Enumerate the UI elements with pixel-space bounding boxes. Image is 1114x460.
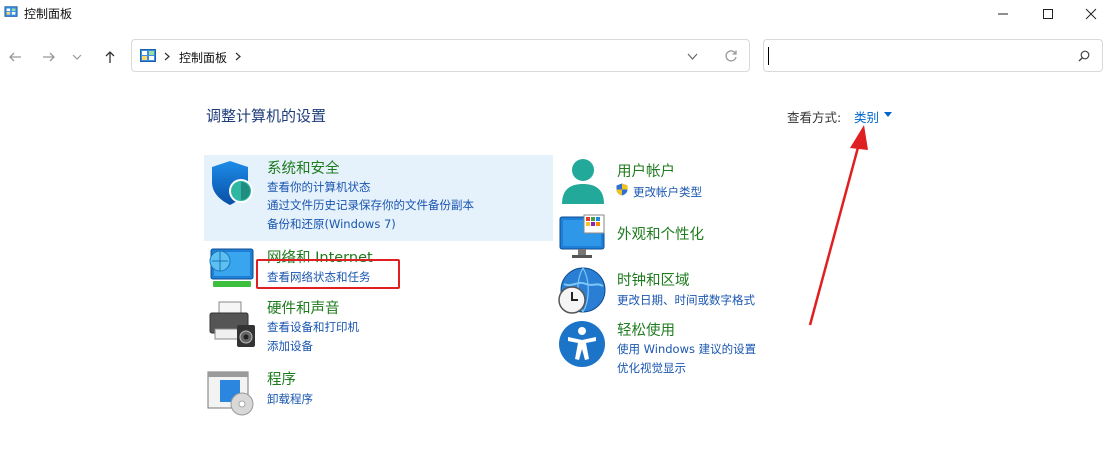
annotation-arrow [808, 125, 868, 326]
category-link[interactable]: 备份和还原(Windows 7) [267, 216, 396, 232]
category-title[interactable]: 硬件和声音 [267, 297, 340, 318]
search-box[interactable] [763, 39, 1103, 72]
uac-shield-icon [616, 183, 628, 196]
chevron-down-icon[interactable] [687, 53, 698, 61]
recent-locations-button[interactable] [67, 44, 87, 70]
category-link[interactable]: 更改日期、时间或数字格式 [617, 292, 755, 308]
shield-icon [212, 161, 253, 205]
chevron-down-icon [72, 54, 82, 60]
chevron-right-icon [164, 52, 170, 61]
category-title[interactable]: 轻松使用 [617, 319, 675, 340]
arrow-left-icon [9, 52, 21, 62]
category-title[interactable]: 系统和安全 [267, 157, 340, 178]
category-link[interactable]: 卸载程序 [267, 391, 313, 407]
control-panel-icon [140, 49, 156, 62]
up-button[interactable] [97, 44, 123, 70]
category-title[interactable]: 外观和个性化 [617, 223, 704, 244]
category-link[interactable]: 查看你的计算机状态 [267, 179, 371, 195]
minimize-icon [998, 13, 1008, 15]
category-link[interactable]: 使用 Windows 建议的设置 [617, 341, 756, 357]
search-input[interactable] [772, 45, 1066, 67]
user-icon [562, 159, 604, 204]
accessibility-icon [559, 321, 605, 367]
search-icon[interactable] [1078, 50, 1090, 62]
category-title[interactable]: 程序 [267, 368, 296, 389]
refresh-icon[interactable] [724, 49, 738, 63]
clock-globe-icon [558, 267, 606, 314]
maximize-icon [1043, 9, 1053, 19]
chevron-right-icon[interactable] [235, 52, 242, 61]
forward-button[interactable] [36, 44, 62, 70]
address-bar[interactable]: 控制面板 [131, 39, 750, 72]
close-button[interactable] [1068, 0, 1114, 28]
window-title: 控制面板 [24, 7, 73, 21]
category-link[interactable]: 查看设备和打印机 [267, 319, 359, 335]
control-panel-icon [4, 6, 18, 17]
category-title[interactable]: 用户帐户 [617, 160, 675, 181]
dropdown-arrow-icon[interactable] [884, 112, 892, 117]
category-link[interactable]: 更改帐户类型 [633, 184, 702, 200]
page-title: 调整计算机的设置 [206, 107, 327, 125]
category-link[interactable]: 添加设备 [267, 338, 313, 354]
category-link[interactable]: 优化视觉显示 [617, 360, 686, 376]
arrow-right-icon [43, 52, 55, 62]
breadcrumb-item[interactable]: 控制面板 [179, 49, 227, 66]
text-caret [768, 47, 769, 65]
minimize-button[interactable] [980, 0, 1026, 28]
maximize-button[interactable] [1025, 0, 1071, 28]
monitor-icon [559, 214, 605, 258]
printer-icon [209, 301, 255, 347]
annotation-highlight-box [256, 259, 400, 289]
category-title[interactable]: 时钟和区域 [617, 269, 690, 290]
title-bar: 控制面板 [0, 0, 1114, 28]
back-button[interactable] [2, 44, 28, 70]
close-icon [1085, 8, 1097, 20]
programs-icon [207, 371, 254, 416]
category-link[interactable]: 通过文件历史记录保存你的文件备份副本 [267, 197, 474, 213]
arrow-up-icon [105, 51, 115, 63]
network-globe-icon [209, 248, 254, 287]
